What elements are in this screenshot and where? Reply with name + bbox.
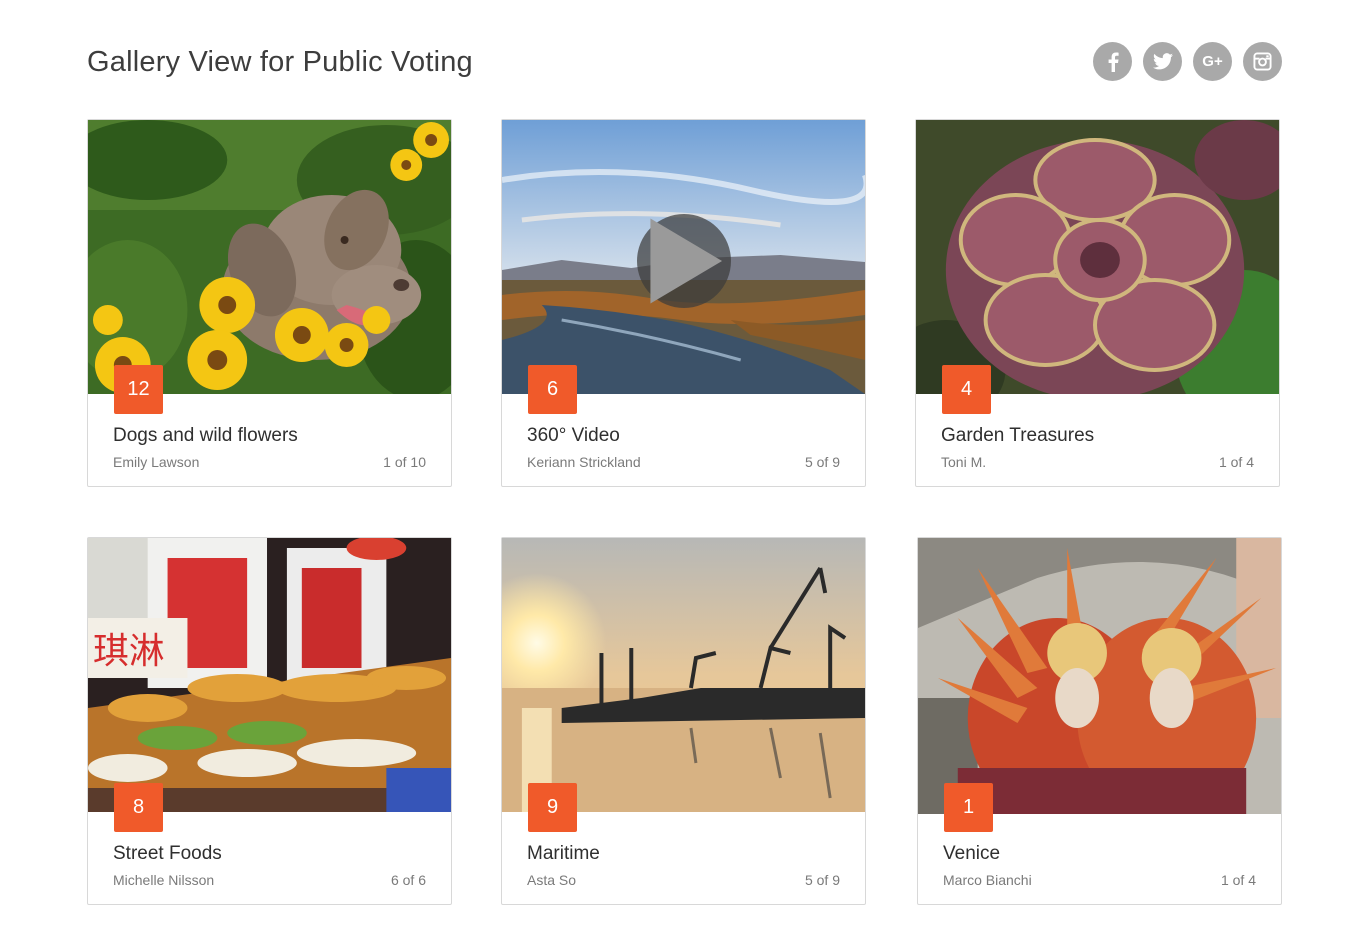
- vote-count-badge: 6: [528, 365, 577, 414]
- gallery-thumbnail-dog-flowers[interactable]: [88, 120, 451, 394]
- vote-count-badge: 9: [528, 783, 577, 832]
- gallery-author: Emily Lawson: [113, 454, 200, 470]
- gallery-thumbnail-venice-carnival[interactable]: [918, 538, 1281, 814]
- gallery-thumbnail-harbor-sunset[interactable]: [502, 538, 865, 812]
- vote-count-badge: 1: [944, 783, 993, 832]
- twitter-icon: [1152, 53, 1173, 70]
- gallery-position: 5 of 9: [804, 454, 840, 470]
- gallery-card[interactable]: 琪淋 8 Street Foods Michelle Nilsson 6 of …: [87, 537, 452, 905]
- twitter-button[interactable]: [1143, 42, 1182, 81]
- gallery-title: Venice: [943, 843, 1001, 864]
- gallery-title: Maritime: [527, 843, 600, 864]
- gallery-position: 5 of 9: [804, 872, 840, 888]
- instagram-icon: [1253, 52, 1272, 71]
- vote-count-badge: 8: [114, 783, 163, 832]
- svg-text:琪淋: 琪淋: [93, 631, 165, 672]
- gallery-position: 6 of 6: [390, 872, 426, 888]
- gallery-card[interactable]: 12 Dogs and wild flowers Emily Lawson 1 …: [87, 119, 452, 487]
- play-video-button[interactable]: [637, 214, 731, 308]
- gallery-position: 1 of 10: [383, 454, 426, 470]
- gallery-title: 360° Video: [527, 425, 620, 446]
- gallery-card[interactable]: 6 360° Video Keriann Strickland 5 of 9: [501, 119, 866, 487]
- facebook-icon: [1108, 52, 1119, 72]
- gallery-position: 1 of 4: [1220, 872, 1256, 888]
- gallery-thumbnail-street-food[interactable]: 琪淋: [88, 538, 451, 812]
- instagram-button[interactable]: [1243, 42, 1282, 81]
- gallery-position: 1 of 4: [1218, 454, 1254, 470]
- page-title: Gallery View for Public Voting: [87, 46, 473, 78]
- gallery-author: Asta So: [527, 872, 577, 888]
- vote-count-badge: 4: [942, 365, 991, 414]
- gallery-card[interactable]: 1 Venice Marco Bianchi 1 of 4: [917, 537, 1282, 905]
- vote-count-badge: 12: [114, 365, 163, 414]
- gallery-author: Toni M.: [941, 454, 987, 470]
- gallery-title: Street Foods: [113, 843, 222, 864]
- play-icon: [650, 218, 723, 304]
- gallery-author: Michelle Nilsson: [113, 872, 215, 888]
- gallery-card[interactable]: 9 Maritime Asta So 5 of 9: [501, 537, 866, 905]
- gallery-card[interactable]: 4 Garden Treasures Toni M. 1 of 4: [915, 119, 1280, 487]
- google-plus-button[interactable]: G+: [1193, 42, 1232, 81]
- social-share-bar: G+: [1093, 42, 1282, 81]
- gallery-thumbnail-artichoke[interactable]: [916, 120, 1279, 394]
- google-plus-icon: G+: [1202, 53, 1223, 70]
- gallery-thumbnail-river-video[interactable]: [502, 120, 865, 394]
- facebook-button[interactable]: [1093, 42, 1132, 81]
- gallery-title: Dogs and wild flowers: [113, 425, 298, 446]
- gallery-author: Keriann Strickland: [527, 454, 641, 470]
- gallery-author: Marco Bianchi: [943, 872, 1032, 888]
- gallery-title: Garden Treasures: [941, 425, 1095, 446]
